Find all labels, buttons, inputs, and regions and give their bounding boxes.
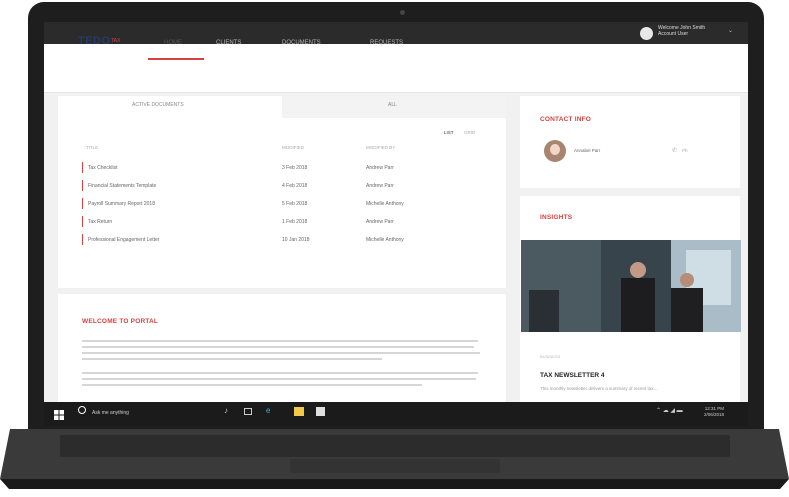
table-row-title[interactable]: Tax Checklist [88,165,117,171]
table-row-title[interactable]: Financial Statements Template [88,183,156,189]
row-marker [82,234,83,245]
laptop-base [0,429,789,489]
table-row-modified-by: Michelle Anthony [366,201,404,207]
row-marker [82,180,83,191]
logo[interactable]: TEDO [78,35,111,47]
tab-clients[interactable]: CLIENTS [216,40,241,46]
store-icon[interactable] [316,407,325,416]
screen: Welcome John Smith Account User ⌄ TEDO T… [44,22,748,426]
taskbar-clock[interactable]: 12:31 PM 2/06/2018 [704,406,724,418]
filter-all[interactable]: ALL [388,102,397,108]
welcome-title: WELCOME TO PORTAL [82,318,159,325]
keyboard-area [60,435,730,457]
edge-browser-icon[interactable]: e [266,406,270,415]
row-marker [82,198,83,209]
windows-start-icon[interactable] [54,407,64,420]
table-row-modified-by: Michelle Anthony [366,237,404,243]
table-row-modified: 10 Jan 2018 [282,237,310,243]
trackpad [290,459,500,473]
taskbar [44,402,748,426]
cortana-icon[interactable] [78,406,86,414]
table-row-modified: 3 Feb 2018 [282,165,308,171]
taskbar-search-input[interactable]: Ask me anything [92,410,129,416]
table-row-modified: 4 Feb 2018 [282,183,308,189]
view-toggle-grid[interactable]: GRID [464,130,475,135]
table-row-modified-by: Andrew Parr [366,183,394,189]
tab-requests[interactable]: REQUESTS [370,40,403,46]
row-marker [82,216,83,227]
taskbar-date: 2/06/2018 [704,412,725,417]
contact-phone: Ph [682,148,688,153]
view-toggle-list[interactable]: LIST [444,130,454,135]
insights-image[interactable] [521,240,741,332]
contact-name: Annabel Parr [574,148,601,153]
microphone-icon[interactable]: ♪ [224,406,228,415]
table-row-modified-by: Andrew Parr [366,219,394,225]
tab-home[interactable]: HOME [164,40,182,46]
contact-avatar [544,140,566,162]
file-explorer-icon[interactable] [294,407,304,416]
user-menu[interactable]: Welcome John Smith Account User [658,25,705,37]
table-row-title[interactable]: Payroll Summary Report 2018 [88,201,155,207]
table-row-title[interactable]: Professional Engagement Letter [88,237,159,243]
active-tab-indicator [148,58,204,60]
webcam-icon [400,10,405,15]
column-header-title[interactable]: TITLE [86,145,98,150]
row-marker [82,162,83,173]
insights-article-title[interactable]: TAX NEWSLETTER 4 [540,372,605,379]
phone-icon[interactable]: ✆ [672,147,677,154]
table-row-modified-by: Andrew Parr [366,165,394,171]
logo-mark: TAX [111,38,121,44]
insights-article-summary: This monthly newsletter delivers a summa… [540,386,658,391]
contact-title: CONTACT INFO [540,116,592,123]
system-tray-icons[interactable]: ⌃ ☁ ◢ ▬ [656,407,683,414]
table-row-title[interactable]: Tax Return [88,219,112,225]
tab-documents[interactable]: DOCUMENTS [282,40,321,46]
documents-panel [58,96,506,288]
chevron-down-icon[interactable]: ⌄ [728,27,733,34]
welcome-text [82,340,482,386]
user-role: Account User [658,31,689,37]
avatar[interactable] [640,27,653,40]
column-header-modified-by[interactable]: MODIFIED BY [366,145,395,150]
insights-title: INSIGHTS [540,214,573,221]
filter-active-documents[interactable]: ACTIVE DOCUMENTS [132,102,184,108]
column-header-modified[interactable]: MODIFIED [282,145,304,150]
table-row-modified: 1 Feb 2018 [282,219,308,225]
table-row-modified: 5 Feb 2018 [282,201,308,207]
app-nav-bar [44,44,748,93]
insights-category: BUSINESS [540,354,561,359]
task-view-icon[interactable] [244,408,252,415]
